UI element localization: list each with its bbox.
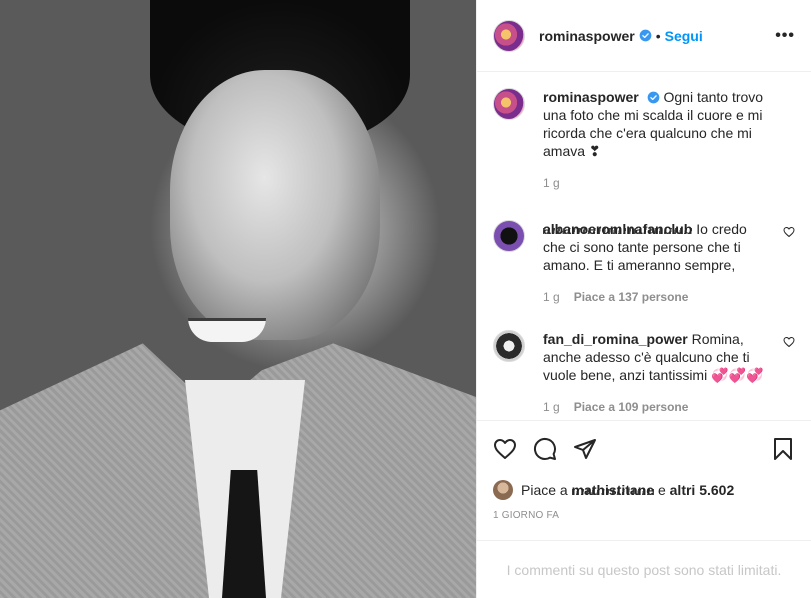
post-actions — [477, 420, 811, 476]
comment-item: fan_di_romina_power Romina, anche adesso… — [493, 330, 795, 416]
separator-dot: • — [655, 27, 661, 44]
comment-username[interactable]: fan_di_romina_power — [543, 331, 688, 347]
heart-icon[interactable] — [493, 437, 517, 461]
comment-likes[interactable]: Piace a 137 persone — [574, 288, 689, 306]
photo-smile — [188, 318, 266, 342]
liker-username[interactable]: mathistitane — [571, 482, 655, 498]
post-sidebar: rominaspower • Segui ••• rominaspower Og… — [476, 0, 811, 598]
liker-avatar[interactable] — [493, 480, 513, 500]
caption-body: rominaspower Ogni tanto trovo una foto c… — [543, 88, 795, 192]
caption-time[interactable]: 1 g — [543, 174, 560, 192]
profile-avatar[interactable] — [493, 19, 525, 52]
comments-limited-notice: I commenti su questo post sono stati lim… — [477, 540, 811, 598]
instagram-post: rominaspower • Segui ••• rominaspower Og… — [0, 0, 811, 598]
comment-meta: 1 g Piace a 137 persone — [543, 288, 773, 306]
likes-others[interactable]: altri 5.602 — [670, 482, 735, 498]
comment-avatar[interactable] — [493, 330, 525, 362]
comment-username[interactable]: albanoeromlnafanclub — [543, 221, 692, 237]
likes-middle: e — [657, 482, 666, 498]
likes-summary: Piace a mathistitane e altri 5.602 — [477, 476, 811, 504]
verified-badge-icon — [647, 91, 659, 104]
caption-avatar[interactable] — [493, 88, 525, 120]
photo-face — [170, 70, 380, 340]
comments-list[interactable]: rominaspower Ogni tanto trovo una foto c… — [477, 72, 811, 420]
comment-likes[interactable]: Piace a 109 persone — [574, 398, 689, 416]
comment-like-icon[interactable] — [783, 336, 795, 348]
comment-avatar[interactable] — [493, 220, 525, 252]
follow-button[interactable]: Segui — [665, 28, 703, 44]
comment-icon[interactable] — [533, 437, 557, 461]
more-options-icon[interactable]: ••• — [775, 27, 795, 45]
bookmark-icon[interactable] — [771, 437, 795, 461]
post-photo[interactable] — [0, 0, 476, 598]
caption-username[interactable]: rominaspower — [543, 89, 639, 105]
comment-time[interactable]: 1 g — [543, 398, 560, 416]
comment-like-icon[interactable] — [783, 226, 795, 238]
comment-item: albanoeromlnafanclub Io credo che ci son… — [493, 220, 795, 306]
comment-body: albanoeromlnafanclub Io credo che ci son… — [543, 220, 795, 306]
verified-badge-icon — [639, 29, 652, 42]
comment-time[interactable]: 1 g — [543, 288, 560, 306]
likes-prefix: Piace a — [521, 482, 568, 498]
share-icon[interactable] — [573, 437, 597, 461]
post-header: rominaspower • Segui ••• — [477, 0, 811, 72]
caption-meta: 1 g — [543, 174, 773, 192]
post-timestamp[interactable]: 1 GIORNO FA — [477, 504, 811, 540]
caption: rominaspower Ogni tanto trovo una foto c… — [493, 88, 795, 192]
header-username[interactable]: rominaspower — [539, 28, 635, 44]
comment-body: fan_di_romina_power Romina, anche adesso… — [543, 330, 795, 416]
comment-meta: 1 g Piace a 109 persone — [543, 398, 773, 416]
